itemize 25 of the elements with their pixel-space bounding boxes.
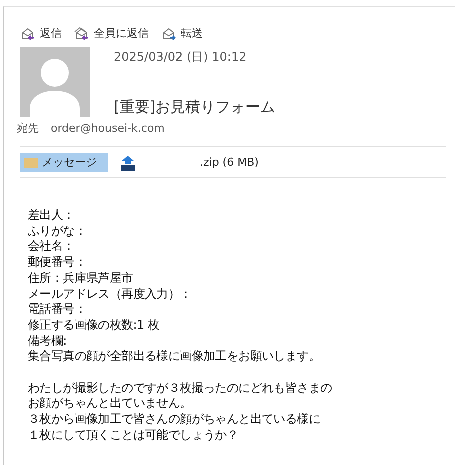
body-text-line: １枚にして頂くことは可能でしょうか？	[28, 428, 240, 444]
body-text-line: ３枚から画像加工で皆さんの顔がちゃんと出ている様に	[28, 412, 322, 428]
toolbar-button[interactable]: 全員に返信	[74, 26, 149, 40]
sent-date: 2025/03/02 (日) 10:12	[114, 49, 248, 66]
body-text-line: メールアドレス（再度入力）：	[28, 286, 193, 302]
toolbar-button[interactable]: 転送	[161, 26, 203, 40]
attachment-item[interactable]: メッセージ	[20, 153, 108, 172]
body-text-line: わたしが撮影したのですが３枚撮ったのにどれも皆さまの	[28, 380, 334, 396]
body-text-line: 備考欄:	[28, 334, 68, 350]
body-text-line: 修正する画像の枚数:1 枚	[28, 318, 161, 334]
toolbar-button[interactable]: 返信	[20, 26, 62, 40]
body-text-line: 電話番号：	[28, 302, 88, 318]
attachment-item[interactable]: .zip (6 MB)	[116, 153, 263, 172]
body-text-line: 郵便番号：	[28, 255, 88, 271]
recipient-address: order@housei-k.com	[51, 122, 165, 135]
avatar-icon	[20, 47, 90, 117]
body-text-line: 住所：兵庫県芦屋市	[28, 270, 134, 287]
email-subject: [重要]お見積りフォーム	[114, 98, 276, 117]
zip-file-icon	[120, 154, 136, 170]
body-text-line: お顔がちゃんと出ていません。	[28, 396, 193, 412]
body-text-line: 集合写真の顔が全部出る様に画像加工をお願いします。	[28, 349, 322, 366]
body-text-line: 差出人：	[28, 208, 76, 224]
body-text-line: 会社名：	[28, 239, 76, 256]
body-text-line: ふりがな：	[28, 224, 88, 240]
recipient-label: 宛先	[17, 121, 39, 136]
